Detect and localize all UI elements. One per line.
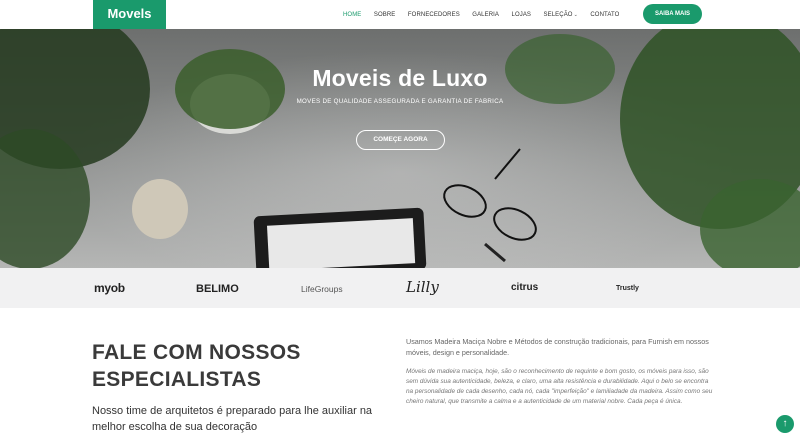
hero-banner: Moveis de Luxo MOVES DE QUALIDADE ASSEGU… xyxy=(0,29,800,268)
brand-strip: myob BELIMO LifeGroups Lilly citrus Trus… xyxy=(0,268,800,308)
brand-logo-lilly: Lilly xyxy=(406,278,439,296)
menu-item-selecao-label: SELEÇÃO xyxy=(543,11,573,18)
saiba-mais-button[interactable]: SAIBA MAIS xyxy=(643,4,702,24)
hero-subtitle: MOVES DE QUALIDADE ASSEGURADA E GARANTIA… xyxy=(296,98,504,105)
hero-title: Moveis de Luxo xyxy=(312,65,488,91)
brand-logo-myob: myob xyxy=(94,281,125,295)
menu-item-contato[interactable]: CONTATO xyxy=(590,12,619,18)
scroll-top-button[interactable]: ↑ xyxy=(776,415,794,433)
menu-item-galeria[interactable]: GALERIA xyxy=(472,12,499,18)
chevron-down-icon: ⌄ xyxy=(573,11,578,18)
top-nav: Movels HOME SOBRE FORNECEDORES GALERIA L… xyxy=(0,0,800,29)
section-paragraph-1: Usamos Madeira Maciça Nobre e Métodos de… xyxy=(406,337,709,357)
menu-item-lojas[interactable]: LOJAS xyxy=(512,12,532,18)
menu-item-home[interactable]: HOME xyxy=(343,12,361,18)
site-logo[interactable]: Movels xyxy=(93,0,166,29)
section-paragraph-2: Móveis de madeira maciça, hoje, são o re… xyxy=(406,368,713,405)
brand-logo-belimo: BELIMO xyxy=(196,283,239,295)
section-lead: Nosso time de arquitetos é preparado par… xyxy=(92,405,373,433)
brand-logo-citrus: citrus xyxy=(511,282,539,293)
brand-logo-lifegroups: LifeGroups xyxy=(301,284,343,294)
comece-agora-button[interactable]: COMEÇE AGORA xyxy=(356,130,445,150)
menu-item-sobre[interactable]: SOBRE xyxy=(374,12,396,18)
section-heading: FALE COM NOSSOS ESPECIALISTAS xyxy=(92,341,301,391)
brand-logo-trustly: Trustly xyxy=(616,285,639,292)
menu-item-fornecedores[interactable]: FORNECEDORES xyxy=(408,12,460,18)
arrow-up-icon: ↑ xyxy=(782,418,788,429)
menu-item-selecao[interactable]: SELEÇÃO⌄ xyxy=(544,12,578,18)
main-menu: HOME SOBRE FORNECEDORES GALERIA LOJAS SE… xyxy=(343,0,632,29)
